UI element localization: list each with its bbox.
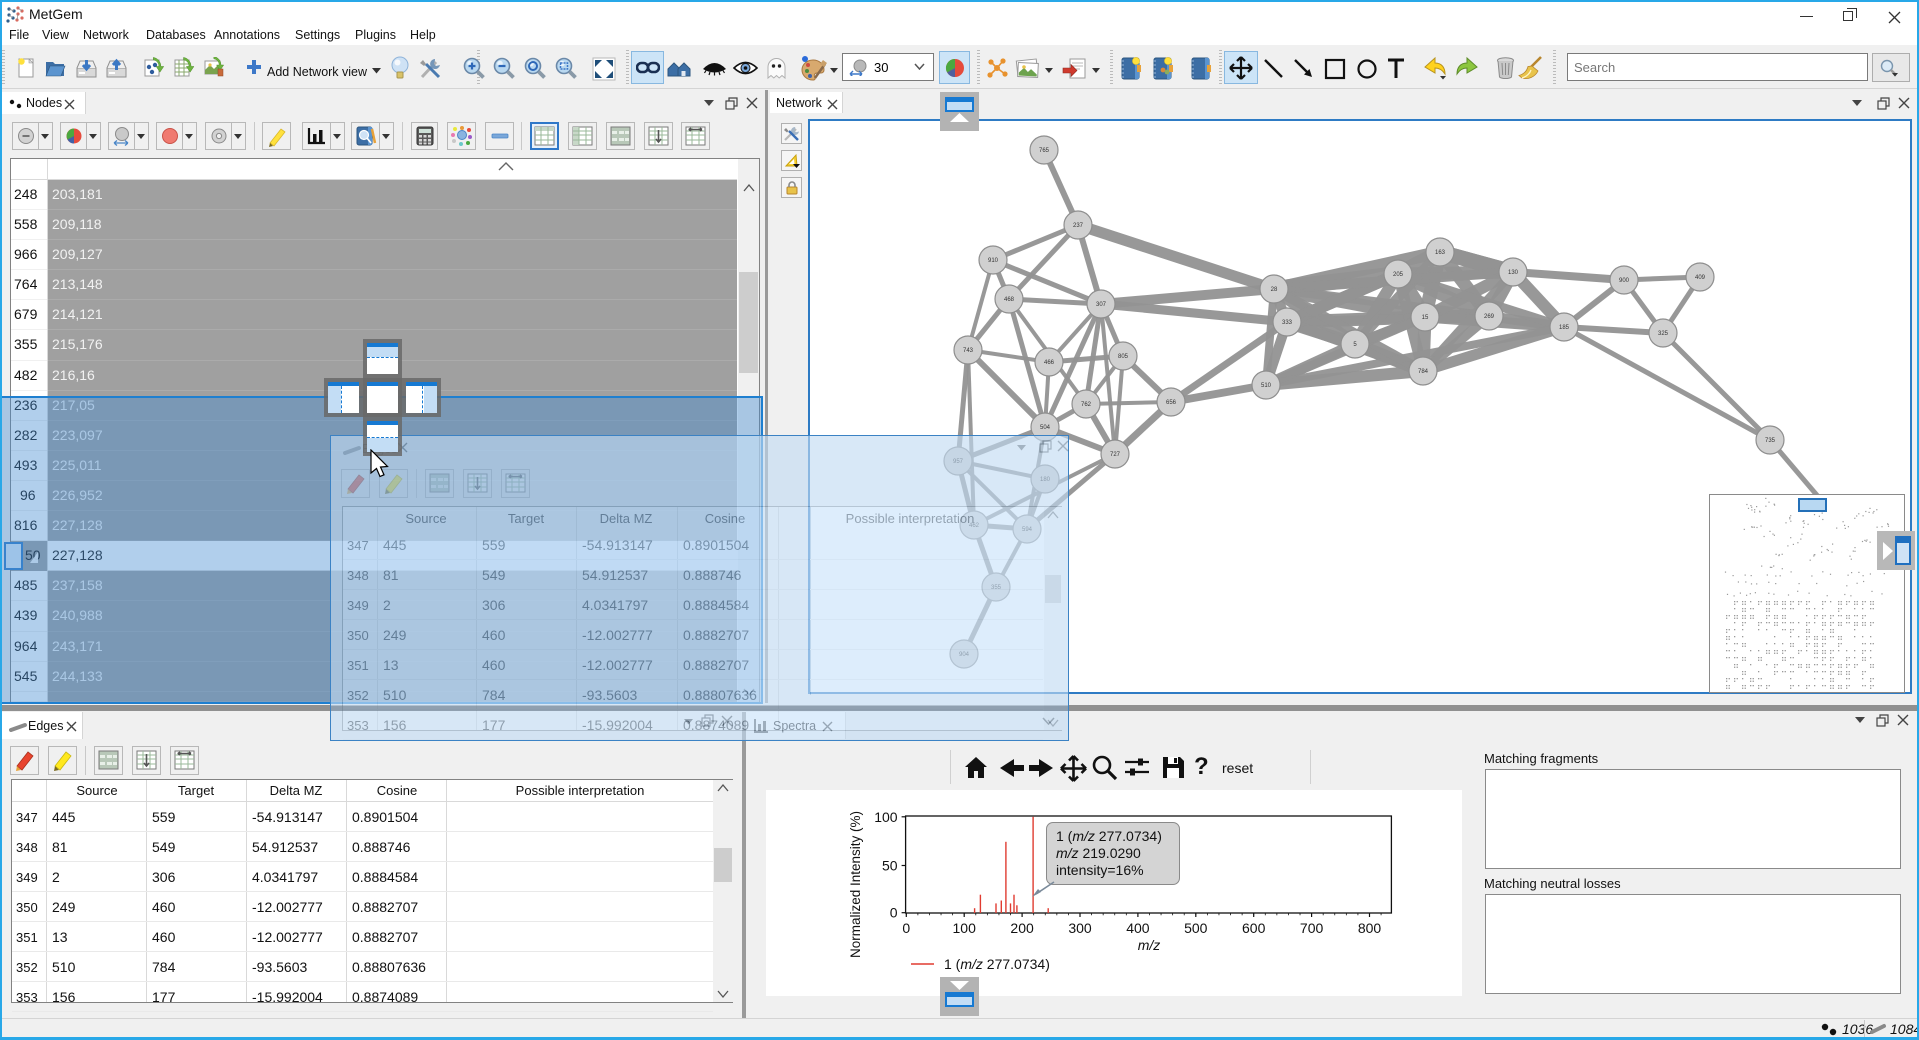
svg-text:50: 50: [882, 858, 898, 874]
svg-text:0: 0: [902, 920, 910, 936]
svg-text:200: 200: [1010, 920, 1034, 936]
svg-text:805: 805: [1118, 354, 1129, 360]
svg-text:727: 727: [1110, 452, 1121, 458]
svg-text:510: 510: [1261, 383, 1272, 389]
svg-text:300: 300: [1068, 920, 1092, 936]
svg-text:765: 765: [1039, 148, 1050, 154]
svg-text:205: 205: [1393, 272, 1404, 278]
svg-text:784: 784: [1418, 369, 1429, 375]
svg-text:504: 504: [1040, 425, 1051, 431]
svg-text:1 (m/z 277.0734): 1 (m/z 277.0734): [944, 956, 1050, 972]
svg-text:762: 762: [1081, 402, 1092, 408]
svg-text:500: 500: [1184, 920, 1208, 936]
svg-text:28: 28: [1271, 287, 1278, 293]
svg-text:100: 100: [874, 809, 898, 825]
svg-text:800: 800: [1358, 920, 1382, 936]
svg-text:100: 100: [953, 920, 977, 936]
svg-text:15: 15: [1422, 315, 1429, 321]
svg-text:900: 900: [1619, 278, 1630, 284]
svg-text:700: 700: [1300, 920, 1324, 936]
svg-text:910: 910: [988, 258, 999, 264]
svg-text:409: 409: [1695, 275, 1706, 281]
svg-text:400: 400: [1126, 920, 1150, 936]
svg-text:743: 743: [963, 348, 974, 354]
svg-text:130: 130: [1508, 270, 1519, 276]
svg-text:237: 237: [1073, 223, 1084, 229]
svg-text:600: 600: [1242, 920, 1266, 936]
svg-text:0: 0: [890, 905, 898, 921]
svg-text:333: 333: [1282, 320, 1293, 326]
svg-text:735: 735: [1765, 438, 1776, 444]
svg-text:325: 325: [1658, 331, 1669, 337]
svg-text:307: 307: [1096, 302, 1107, 308]
svg-text:269: 269: [1484, 314, 1495, 320]
svg-text:m/z: m/z: [1138, 937, 1161, 953]
svg-text:656: 656: [1166, 400, 1177, 406]
svg-text:185: 185: [1559, 325, 1570, 331]
svg-text:468: 468: [1004, 297, 1015, 303]
svg-text:163: 163: [1435, 250, 1446, 256]
svg-text:466: 466: [1044, 360, 1055, 366]
